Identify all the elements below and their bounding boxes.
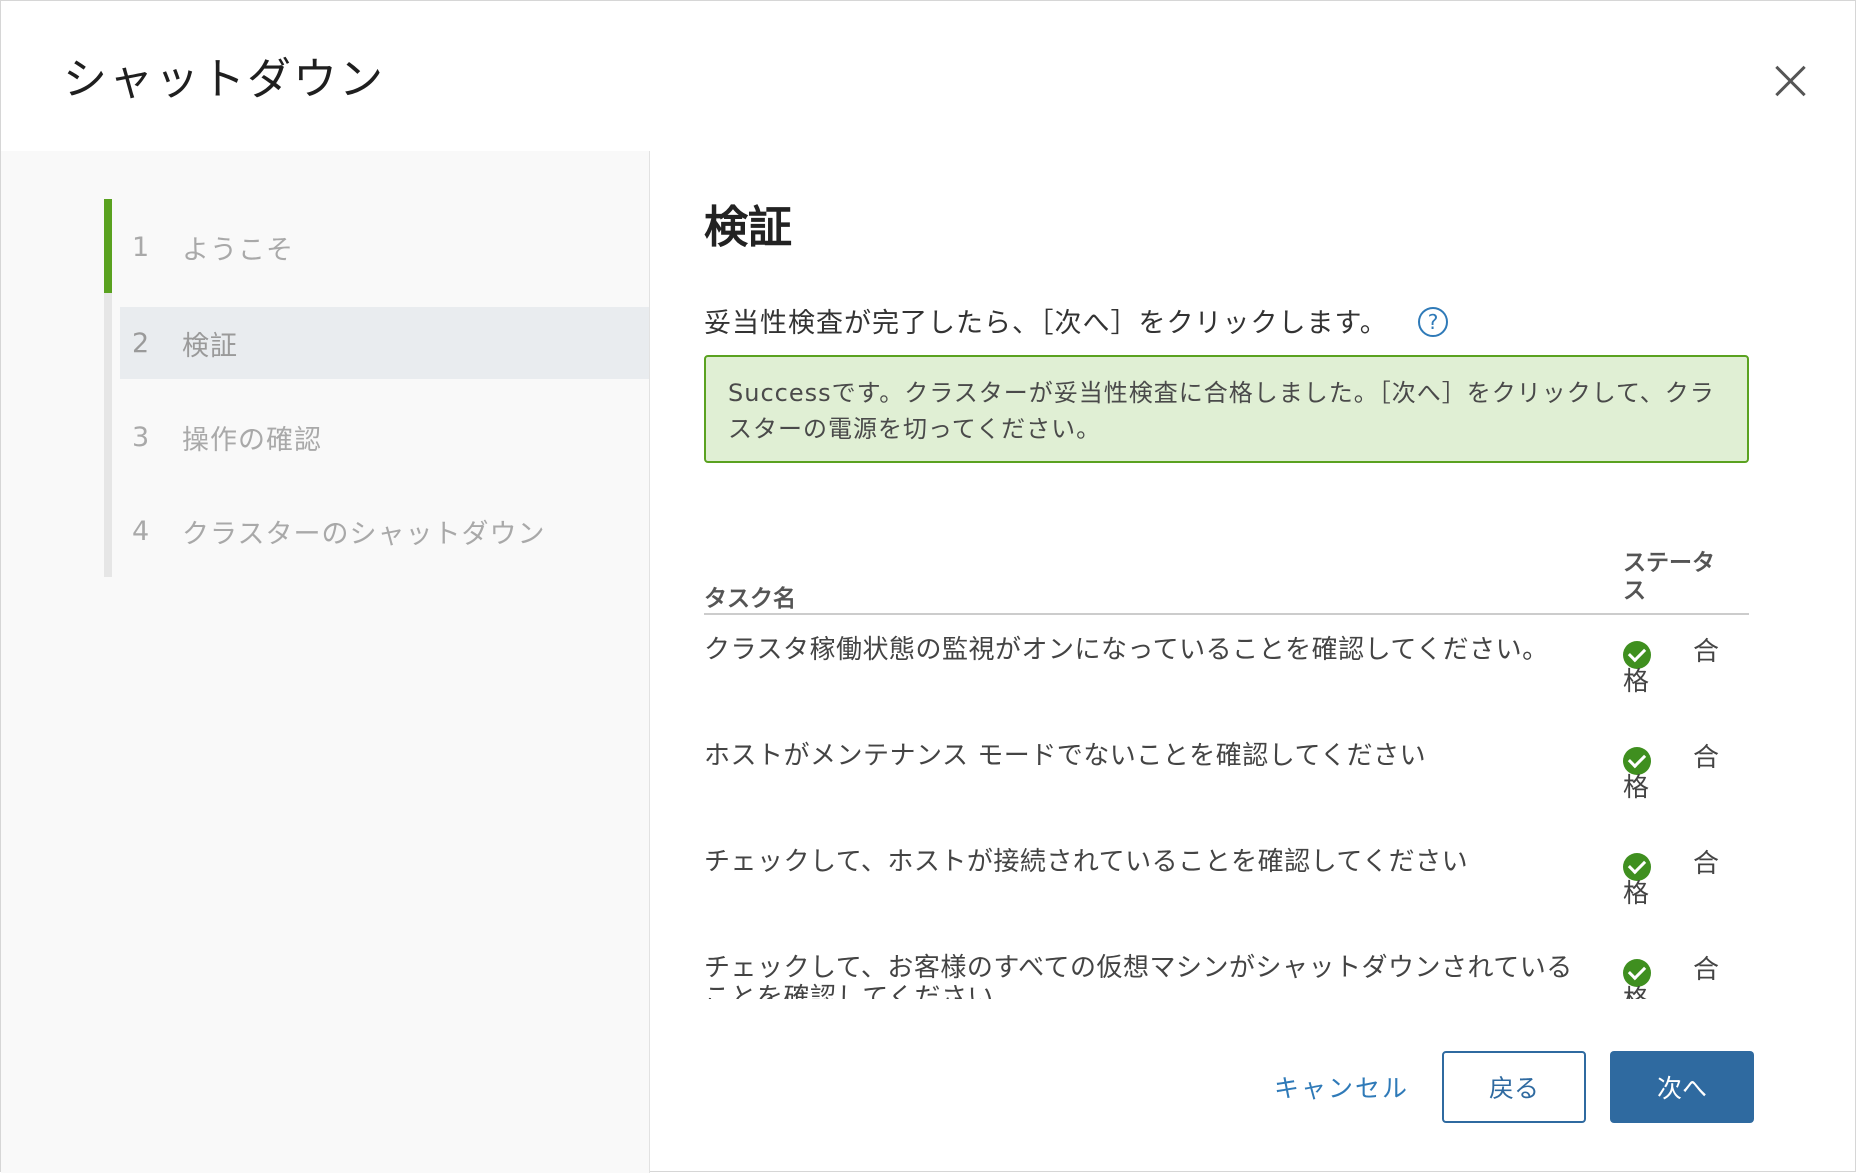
step-number: 3	[132, 421, 150, 453]
step-number: 1	[132, 231, 150, 263]
modal-title: シャットダウン	[63, 54, 385, 105]
page-title: 検証	[704, 202, 792, 253]
modal-header: シャットダウン	[1, 1, 1855, 151]
task-status: 合格	[1623, 847, 1733, 927]
shutdown-modal: シャットダウン 1 ようこそ 2 検証 3 操作の確認 4 クラスターのシャット…	[0, 0, 1856, 1173]
status-text: 合格	[1623, 849, 1720, 909]
step-welcome[interactable]: 1 ようこそ	[120, 211, 649, 283]
task-name: チェックして、ホストが接続されていることを確認してください	[704, 847, 1469, 877]
step-number: 4	[132, 515, 150, 547]
column-header-status: ステータス	[1623, 550, 1715, 604]
instruction-text: 妥当性検査が完了したら、［次へ］をクリックします。	[704, 308, 1388, 339]
success-alert: Successです。クラスターが妥当性検査に合格しました。［次へ］をクリックして…	[704, 355, 1749, 463]
column-header-task-name: タスク名	[704, 586, 796, 612]
task-name: ホストがメンテナンス モードでないことを確認してください	[704, 741, 1427, 771]
help-icon[interactable]: ?	[1418, 307, 1448, 337]
validation-table: タスク名 ステータス クラスタ稼働状態の監視がオンになっていることを確認してくだ…	[704, 529, 1749, 999]
table-row: チェックして、お客様のすべての仮想マシンがシャットダウンされていることを確認して…	[704, 933, 1749, 999]
cancel-button[interactable]: キャンセル	[1274, 1069, 1409, 1105]
status-text: 合格	[1623, 955, 1720, 999]
task-name: クラスタ稼働状態の監視がオンになっていることを確認してください。	[704, 635, 1549, 665]
back-button[interactable]: 戻る	[1442, 1051, 1586, 1123]
task-status: 合格	[1623, 741, 1733, 821]
table-header: タスク名 ステータス	[704, 529, 1749, 615]
task-name: チェックして、お客様のすべての仮想マシンがシャットダウンされていることを確認して…	[704, 953, 1573, 999]
modal-footer: キャンセル 戻る 次へ	[704, 1051, 1754, 1123]
table-row: チェックして、ホストが接続されていることを確認してください 合格	[704, 827, 1749, 933]
step-progress-indicator	[104, 199, 112, 293]
step-label: 操作の確認	[182, 424, 322, 456]
task-status: 合格	[1623, 953, 1733, 999]
next-button[interactable]: 次へ	[1610, 1051, 1754, 1123]
table-row: クラスタ稼働状態の監視がオンになっていることを確認してください。 合格	[704, 615, 1749, 721]
main-content: 検証 妥当性検査が完了したら、［次へ］をクリックします。 ? Successです…	[704, 151, 1754, 1173]
step-label: 検証	[182, 330, 238, 362]
step-label: クラスターのシャットダウン	[182, 518, 546, 550]
step-confirm[interactable]: 3 操作の確認	[120, 401, 649, 473]
wizard-sidebar: 1 ようこそ 2 検証 3 操作の確認 4 クラスターのシャットダウン	[1, 151, 650, 1173]
status-text: 合格	[1623, 637, 1720, 697]
close-icon[interactable]	[1769, 59, 1813, 103]
step-label: ようこそ	[182, 234, 294, 266]
modal-body: 1 ようこそ 2 検証 3 操作の確認 4 クラスターのシャットダウン 検証 妥…	[1, 151, 1801, 1173]
table-row: ホストがメンテナンス モードでないことを確認してください 合格	[704, 721, 1749, 827]
step-cluster-shutdown[interactable]: 4 クラスターのシャットダウン	[120, 495, 649, 567]
task-status: 合格	[1623, 635, 1733, 715]
status-text: 合格	[1623, 743, 1720, 803]
step-number: 2	[132, 327, 150, 359]
step-validation[interactable]: 2 検証	[120, 307, 649, 379]
